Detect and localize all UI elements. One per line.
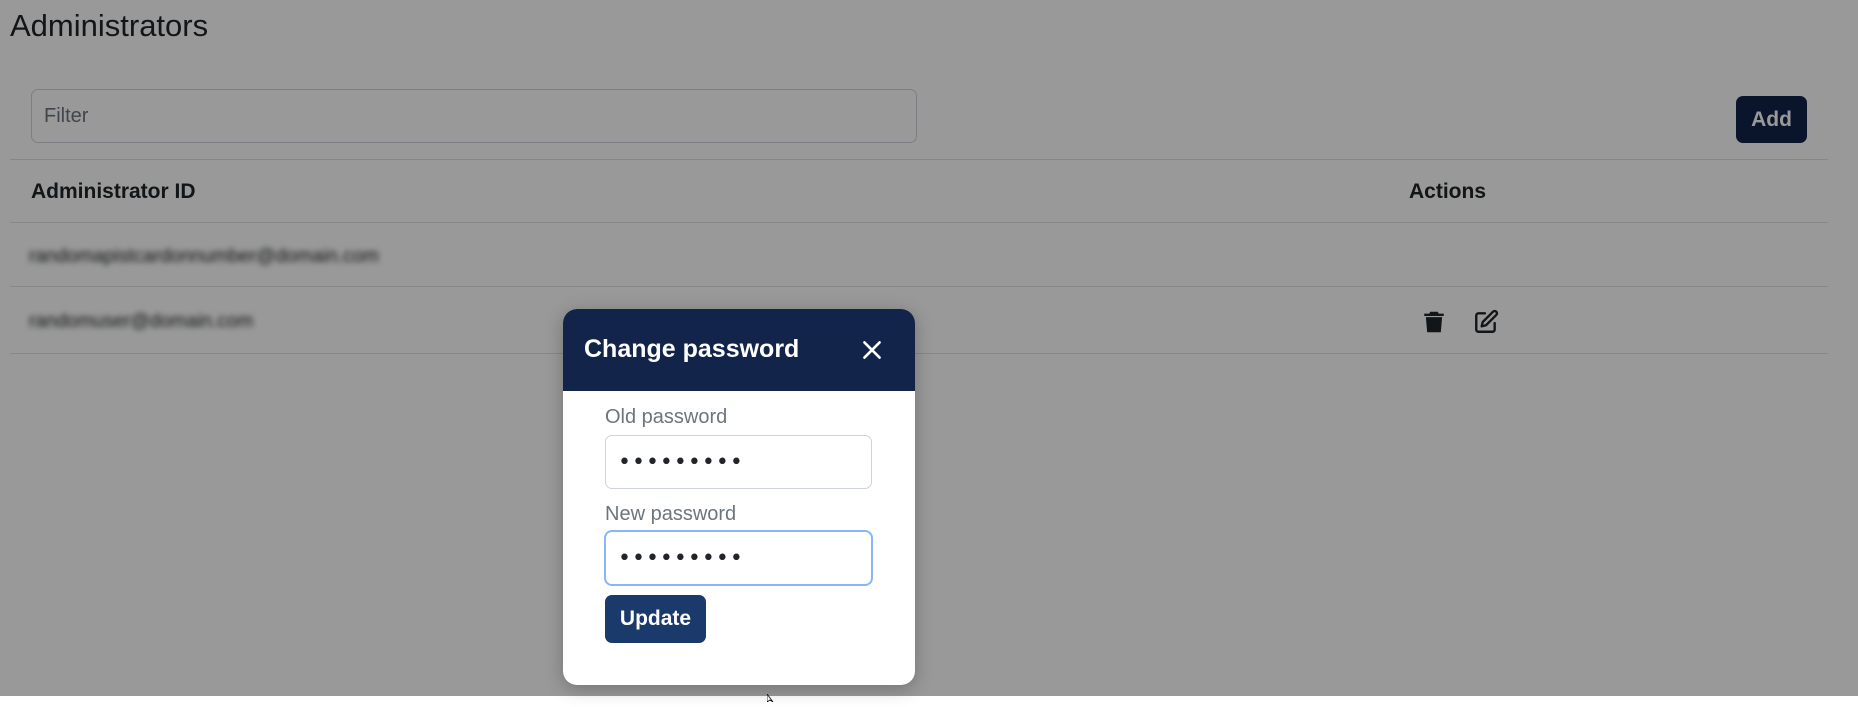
update-button[interactable]: Update — [605, 595, 706, 643]
new-password-label: New password — [605, 503, 737, 525]
modal-backdrop[interactable] — [0, 0, 1858, 696]
close-button[interactable] — [859, 337, 885, 363]
close-icon — [863, 341, 881, 359]
change-password-modal: Change password Old password New passwor… — [563, 309, 915, 685]
old-password-field[interactable] — [605, 435, 872, 489]
mouse-pointer-icon — [766, 689, 777, 707]
old-password-label: Old password — [605, 406, 728, 428]
modal-header: Change password — [563, 309, 915, 391]
new-password-field[interactable] — [605, 531, 872, 585]
modal-title: Change password — [584, 335, 800, 363]
